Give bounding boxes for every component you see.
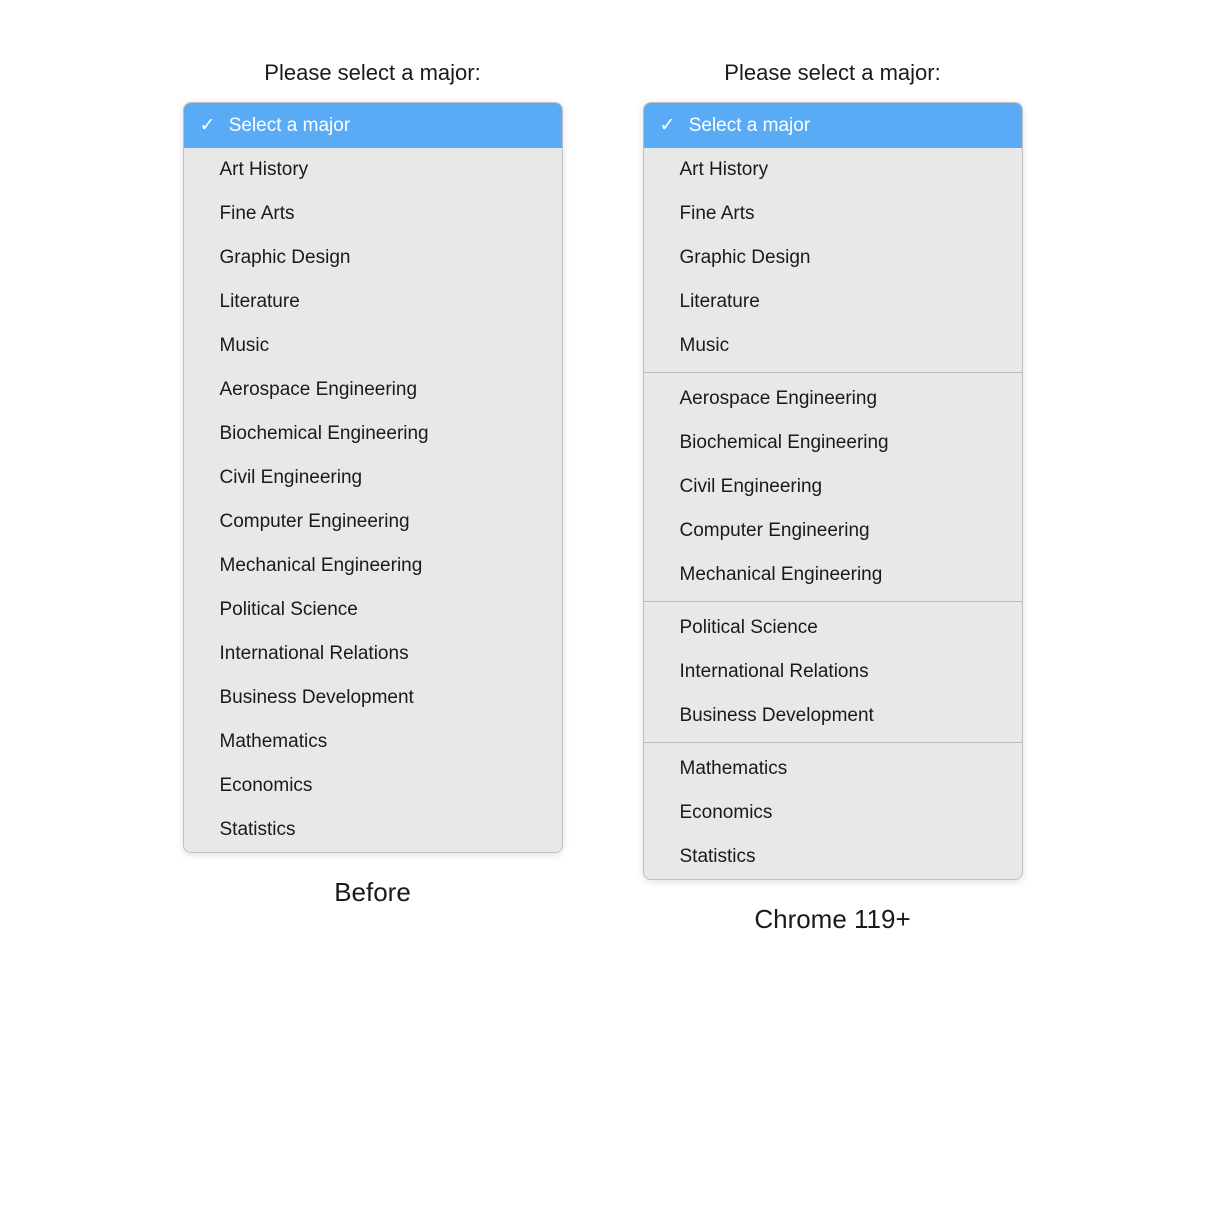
before-label: Please select a major: — [264, 60, 480, 86]
before-option-civil-engineering[interactable]: Civil Engineering — [184, 456, 562, 500]
after-option-mechanical-engineering[interactable]: Mechanical Engineering — [644, 553, 1022, 597]
before-option-political-science[interactable]: Political Science — [184, 588, 562, 632]
checkmark-icon: ✓ — [200, 115, 216, 136]
before-option-statistics[interactable]: Statistics — [184, 808, 562, 852]
before-option-graphic-design[interactable]: Graphic Design — [184, 236, 562, 280]
before-option-music[interactable]: Music — [184, 324, 562, 368]
divider-engineering-social — [644, 601, 1022, 602]
after-option-fine-arts[interactable]: Fine Arts — [644, 192, 1022, 236]
after-option-computer-engineering[interactable]: Computer Engineering — [644, 509, 1022, 553]
after-option-aerospace-engineering[interactable]: Aerospace Engineering — [644, 377, 1022, 421]
after-dropdown[interactable]: ✓ Select a major Art History Fine Arts G… — [643, 102, 1023, 880]
before-option-mechanical-engineering[interactable]: Mechanical Engineering — [184, 544, 562, 588]
before-column: Please select a major: ✓ Select a major … — [183, 60, 563, 908]
after-option-international-relations[interactable]: International Relations — [644, 650, 1022, 694]
before-option-mathematics[interactable]: Mathematics — [184, 720, 562, 764]
before-dropdown[interactable]: ✓ Select a major Art History Fine Arts G… — [183, 102, 563, 853]
after-checkmark-icon: ✓ — [660, 115, 676, 136]
before-option-international-relations[interactable]: International Relations — [184, 632, 562, 676]
before-option-aerospace-engineering[interactable]: Aerospace Engineering — [184, 368, 562, 412]
divider-social-math — [644, 742, 1022, 743]
after-option-economics[interactable]: Economics — [644, 791, 1022, 835]
after-caption: Chrome 119+ — [754, 904, 910, 935]
after-option-literature[interactable]: Literature — [644, 280, 1022, 324]
after-selected-option[interactable]: ✓ Select a major — [644, 103, 1022, 148]
before-option-art-history[interactable]: Art History — [184, 148, 562, 192]
before-option-biochemical-engineering[interactable]: Biochemical Engineering — [184, 412, 562, 456]
after-option-civil-engineering[interactable]: Civil Engineering — [644, 465, 1022, 509]
after-option-political-science[interactable]: Political Science — [644, 606, 1022, 650]
after-option-business-development[interactable]: Business Development — [644, 694, 1022, 738]
before-option-economics[interactable]: Economics — [184, 764, 562, 808]
after-label: Please select a major: — [724, 60, 940, 86]
after-option-statistics[interactable]: Statistics — [644, 835, 1022, 879]
after-option-mathematics[interactable]: Mathematics — [644, 747, 1022, 791]
after-option-biochemical-engineering[interactable]: Biochemical Engineering — [644, 421, 1022, 465]
comparison-wrapper: Please select a major: ✓ Select a major … — [20, 40, 1185, 935]
after-option-graphic-design[interactable]: Graphic Design — [644, 236, 1022, 280]
divider-arts-engineering — [644, 372, 1022, 373]
after-column: Please select a major: ✓ Select a major … — [643, 60, 1023, 935]
before-selected-option[interactable]: ✓ Select a major — [184, 103, 562, 148]
after-option-music[interactable]: Music — [644, 324, 1022, 368]
before-option-computer-engineering[interactable]: Computer Engineering — [184, 500, 562, 544]
after-option-art-history[interactable]: Art History — [644, 148, 1022, 192]
before-option-fine-arts[interactable]: Fine Arts — [184, 192, 562, 236]
before-option-literature[interactable]: Literature — [184, 280, 562, 324]
before-option-business-development[interactable]: Business Development — [184, 676, 562, 720]
before-caption: Before — [334, 877, 411, 908]
